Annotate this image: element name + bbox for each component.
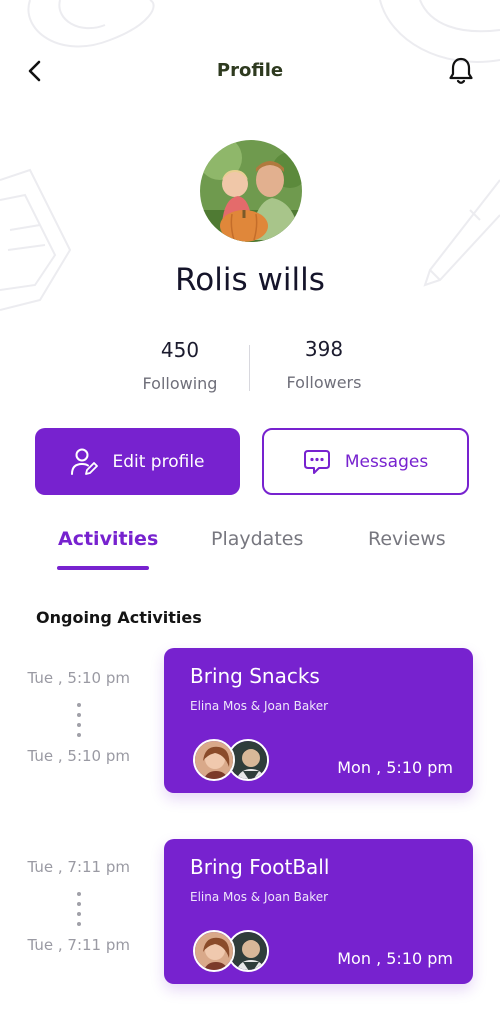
activity-title: Bring Snacks [190, 664, 320, 688]
edit-profile-label: Edit profile [112, 451, 205, 472]
followers-count: 398 [304, 337, 344, 361]
avatar [193, 930, 235, 972]
tab-playdates[interactable]: Playdates [211, 528, 303, 550]
avatar [193, 739, 235, 781]
app-header: Profile [0, 50, 500, 94]
section-title: Ongoing Activities [36, 608, 202, 627]
profile-tabs: Activities Playdates Reviews [0, 522, 500, 572]
notifications-button[interactable] [446, 54, 476, 88]
profile-avatar [200, 140, 302, 242]
following-stat[interactable]: 450 Following [110, 338, 250, 393]
participant-avatars [193, 930, 273, 972]
activity-participants: Elina Mos & Joan Baker [190, 890, 329, 904]
messages-button[interactable]: Messages [262, 428, 469, 495]
participant-avatars [193, 739, 273, 781]
activity-end-time: Tue , 7:11 pm [27, 936, 130, 954]
activity-time: Mon , 5:10 pm [337, 949, 453, 968]
timeline-dots [77, 703, 83, 737]
followers-stat[interactable]: 398 Followers [254, 337, 394, 392]
tab-reviews[interactable]: Reviews [368, 528, 446, 550]
activity-title: Bring FootBall [190, 855, 330, 879]
edit-profile-button[interactable]: Edit profile [35, 428, 240, 495]
page-title: Profile [216, 60, 284, 81]
stats-divider [249, 345, 250, 391]
following-label: Following [142, 374, 218, 393]
activity-card[interactable]: Bring FootBall Elina Mos & Joan Baker Mo… [164, 839, 473, 984]
bell-icon [449, 57, 473, 84]
tab-activities[interactable]: Activities [58, 528, 158, 550]
messages-label: Messages [344, 451, 429, 472]
activity-time: Mon , 5:10 pm [337, 758, 453, 777]
user-edit-icon [71, 448, 99, 475]
activity-start-time: Tue , 7:11 pm [27, 858, 130, 876]
followers-label: Followers [286, 373, 362, 392]
following-count: 450 [160, 338, 200, 362]
profile-name: Rolis wills [175, 262, 325, 298]
activity-end-time: Tue , 5:10 pm [27, 747, 130, 765]
activity-participants: Elina Mos & Joan Baker [190, 699, 329, 713]
activity-start-time: Tue , 5:10 pm [27, 669, 130, 687]
active-tab-indicator [57, 566, 149, 570]
chat-bubble-icon [303, 449, 330, 474]
activity-card[interactable]: Bring Snacks Elina Mos & Joan Baker Mon … [164, 648, 473, 793]
timeline-dots [77, 892, 83, 926]
